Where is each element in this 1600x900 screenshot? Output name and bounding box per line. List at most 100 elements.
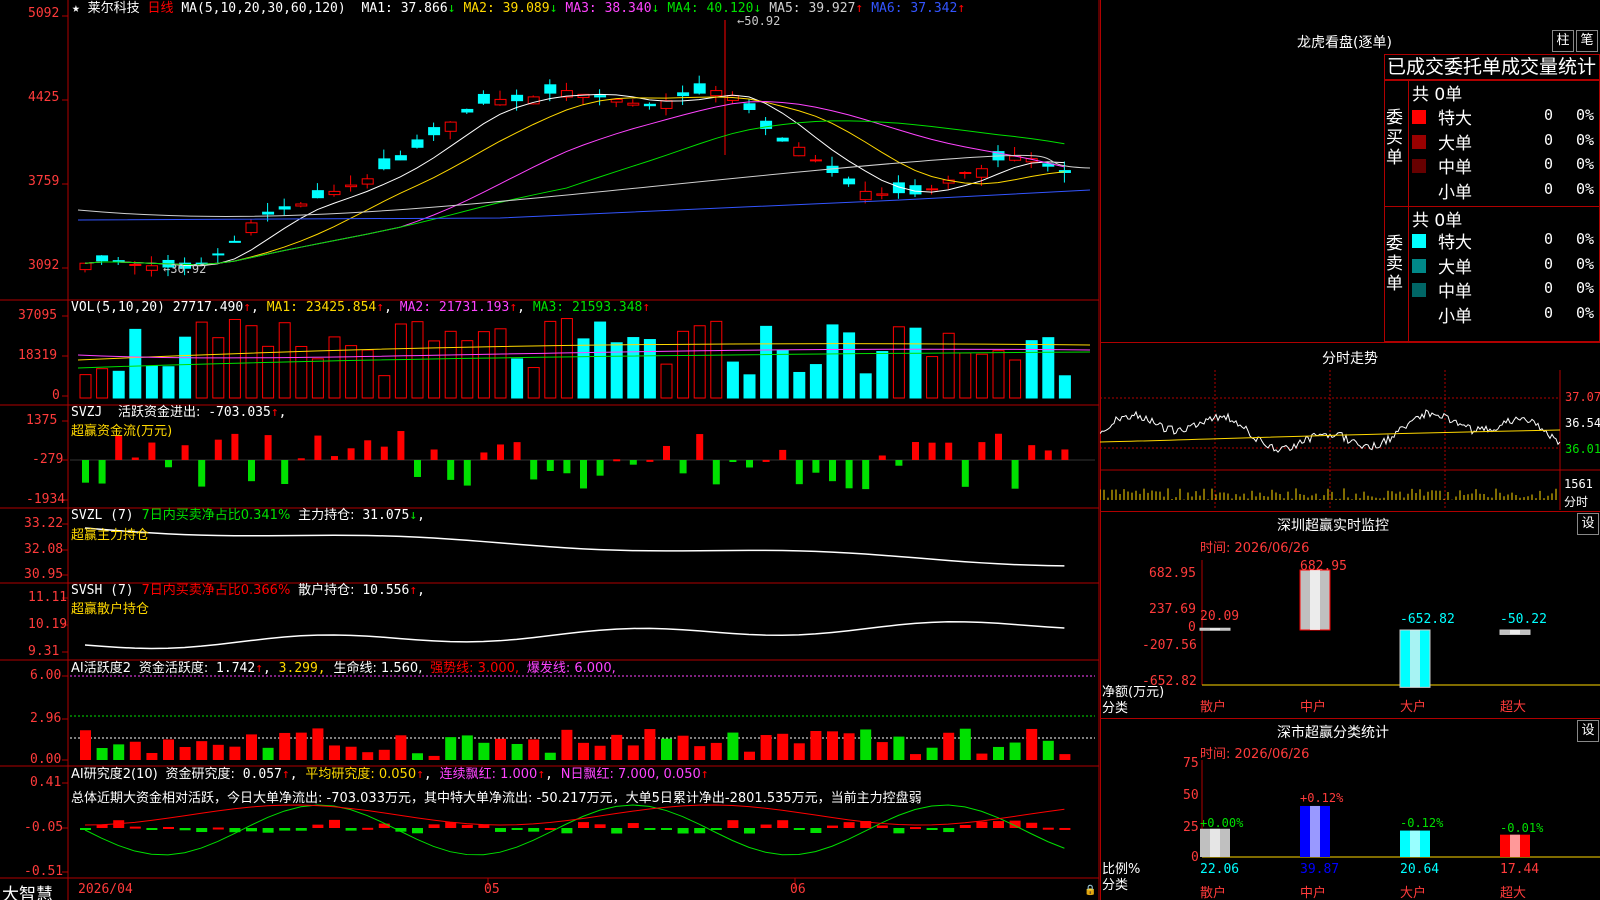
price-axis-label: 4425	[28, 90, 60, 105]
volume-bar	[361, 349, 374, 399]
pen-mode-button[interactable]: 笔	[1576, 30, 1598, 52]
vol-axis-label: 37095	[18, 308, 58, 323]
research-bar	[677, 828, 689, 834]
vol-pane-header: VOL(5,10,20) 27717.490↑, MA1: 23425.854↑…	[71, 300, 651, 315]
research-bar	[744, 828, 755, 834]
volume-bar	[577, 338, 590, 399]
svzl-axis-label: 32.08	[24, 542, 64, 557]
volume-bar	[660, 363, 673, 399]
activity-bar	[312, 728, 324, 760]
order-swatch-icon	[1412, 234, 1426, 248]
fund-flow-bar	[746, 460, 753, 468]
lock-icon[interactable]: 🔒	[1084, 885, 1096, 896]
activity-bar	[229, 746, 241, 760]
candle-body	[544, 84, 557, 94]
research-bar	[1059, 827, 1071, 830]
research-bar	[644, 828, 656, 830]
volume-bar	[295, 345, 308, 399]
activity-bar	[511, 743, 523, 760]
ai-activity-axis-label: 6.00	[30, 668, 62, 683]
bar-value-label: -50.22	[1500, 612, 1547, 627]
volume-bar	[710, 320, 723, 399]
candle-body	[245, 222, 258, 234]
research-bar	[561, 828, 573, 834]
candle-body	[843, 178, 856, 185]
ai-research-axis-label: -0.05	[24, 820, 64, 835]
bar-change-label: -0.12%	[1400, 816, 1444, 830]
category-label: 大户	[1400, 700, 1427, 715]
fund-flow-bar	[779, 449, 787, 460]
svzj-subtitle: 超赢资金流(万元)	[71, 424, 173, 439]
ai-activity-header: AI活跃度2 资金活跃度: 1.742↑, 3.299, 生命线: 1.560,…	[71, 661, 616, 676]
volume-bar	[959, 352, 972, 399]
ma1-line	[84, 93, 1065, 267]
research-bar	[378, 823, 390, 828]
sz-class-settings-button[interactable]: 设	[1577, 720, 1599, 742]
order-stats-divider	[1408, 80, 1409, 342]
fund-flow-bar	[380, 446, 388, 460]
research-bar	[246, 828, 257, 832]
volume-bar	[428, 340, 441, 399]
candle-body	[859, 190, 872, 201]
research-bar	[694, 828, 706, 834]
research-bar	[976, 821, 988, 828]
ma-legend-item: MA2: 39.089↓	[463, 1, 558, 16]
fund-flow-bar	[1044, 450, 1052, 460]
research-bar	[793, 828, 805, 830]
volume-bar	[560, 318, 573, 399]
candle-body	[328, 190, 341, 196]
fund-flow-bar	[629, 460, 637, 465]
fund-flow-bar	[231, 433, 239, 460]
intraday-title: 分时走势	[1322, 351, 1378, 367]
candle-body	[959, 171, 972, 174]
research-bar	[943, 828, 955, 833]
bar-value-label: 39.87	[1300, 862, 1340, 877]
bar-mode-button[interactable]: 柱	[1552, 30, 1574, 52]
fund-flow-bar	[165, 460, 172, 468]
volume-bar	[1042, 337, 1055, 399]
activity-bar	[1059, 754, 1071, 760]
activity-bar	[793, 743, 805, 760]
research-bar	[345, 828, 357, 831]
activity-bar	[926, 747, 938, 760]
volume-bar	[677, 330, 690, 399]
candle-body	[876, 193, 889, 196]
intraday-chart[interactable]	[1100, 370, 1600, 510]
volume-bar	[544, 320, 557, 399]
favorite-star-icon[interactable]: ★	[72, 1, 80, 16]
category-label: 散户	[1200, 700, 1227, 715]
research-bar	[993, 821, 1004, 828]
panel-divider	[1100, 511, 1600, 512]
candle-body	[594, 95, 607, 98]
period-label[interactable]: 日线	[148, 1, 174, 16]
kline-chart-area[interactable]	[0, 0, 1100, 900]
volume-bar	[743, 374, 756, 399]
candle-body	[295, 203, 308, 207]
activity-bar	[362, 752, 374, 760]
sz-monitor-settings-button[interactable]: 设	[1577, 513, 1599, 535]
activity-bar	[80, 730, 91, 760]
candle-body	[145, 265, 158, 271]
category-label: 超大	[1500, 700, 1527, 715]
candle-body	[428, 127, 441, 136]
activity-bar	[329, 745, 340, 760]
volume-bar	[793, 371, 806, 399]
fund-flow-bar	[978, 442, 986, 460]
fund-flow-bar	[364, 440, 372, 460]
activity-bar	[627, 745, 639, 760]
research-bar	[163, 826, 174, 829]
bar-value-label: 20.64	[1400, 862, 1440, 877]
activity-bar	[445, 737, 457, 760]
candle-body	[228, 240, 241, 243]
volume-bar	[627, 337, 640, 399]
fund-flow-bar	[181, 445, 189, 460]
activity-bar	[179, 746, 191, 760]
bar-highlight	[1210, 828, 1220, 857]
tab-order-stats[interactable]: 已成交委托单成交量统计	[1384, 54, 1600, 80]
svzj-axis-label: -279	[32, 452, 64, 467]
volume-bar	[262, 345, 275, 399]
fund-flow-bar	[115, 435, 123, 460]
fund-flow-bar	[596, 460, 604, 476]
bar-highlight	[1210, 628, 1220, 631]
order-row-pct: 0%	[1576, 279, 1595, 297]
